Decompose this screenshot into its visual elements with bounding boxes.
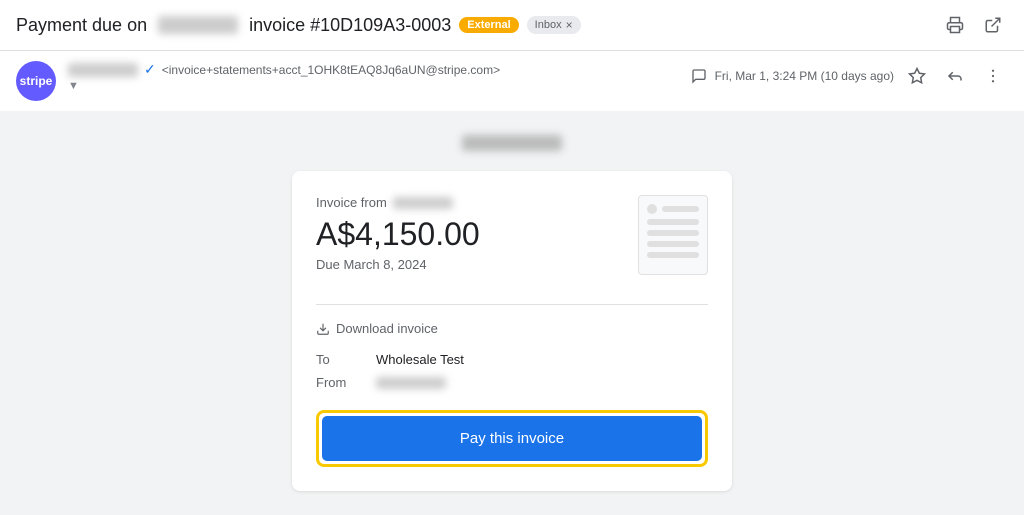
to-label: To (316, 352, 376, 367)
to-value: Wholesale Test (376, 352, 464, 367)
star-icon (908, 67, 926, 85)
pay-button-wrapper: Pay this invoice (316, 410, 708, 467)
email-header-left: Payment due on invoice #10D109A3-0003 Ex… (16, 15, 940, 36)
subject-suffix: invoice #10D109A3-0003 (249, 15, 451, 36)
sender-name-row: ✓ <invoice+statements+acct_1OHK8tEAQ8Jq6… (68, 61, 679, 78)
email-body: Invoice from A$4,150.00 Due March 8, 202… (0, 111, 1024, 515)
doc-bar (662, 206, 699, 212)
popout-button[interactable] (978, 10, 1008, 40)
divider-1 (316, 304, 708, 305)
reply-button[interactable] (940, 61, 970, 91)
sender-row-right: Fri, Mar 1, 3:24 PM (10 days ago) (691, 61, 1008, 91)
from-label: From (316, 375, 376, 390)
from-field-row: From (316, 375, 708, 390)
invoice-top-row: Invoice from A$4,150.00 Due March 8, 202… (316, 195, 708, 288)
invoice-from-blurred (393, 197, 453, 209)
timestamp: Fri, Mar 1, 3:24 PM (10 days ago) (715, 69, 894, 83)
chat-icon (691, 68, 707, 84)
invoice-from-label: Invoice from (316, 195, 480, 210)
doc-circle (647, 204, 657, 214)
star-button[interactable] (902, 61, 932, 91)
more-vert-icon (984, 67, 1002, 85)
doc-bar-full2 (647, 252, 699, 258)
invoice-details: Invoice from A$4,150.00 Due March 8, 202… (316, 195, 480, 288)
sender-avatar: stripe (16, 61, 56, 101)
sender-info: ✓ <invoice+statements+acct_1OHK8tEAQ8Jq6… (68, 61, 679, 92)
badge-external[interactable]: External (459, 17, 518, 33)
subject-prefix: Payment due on (16, 15, 147, 36)
subject-blurred (158, 16, 238, 34)
invoice-card: Invoice from A$4,150.00 Due March 8, 202… (292, 171, 732, 491)
from-value-blurred (376, 377, 446, 389)
reply-to-label: ▼ (68, 80, 79, 92)
invoice-due-date: Due March 8, 2024 (316, 257, 480, 272)
invoice-doc-preview (638, 195, 708, 275)
inbox-badge-close[interactable]: × (566, 18, 573, 32)
sender-meta: ▼ (68, 80, 679, 92)
doc-line-2 (647, 219, 699, 225)
print-icon (946, 16, 964, 34)
sender-name-blurred (68, 63, 138, 77)
doc-bar-full (647, 219, 699, 225)
reply-icon (946, 67, 964, 85)
badge-inbox: Inbox × (527, 16, 581, 34)
doc-bar-med (647, 230, 699, 236)
download-icon (316, 322, 330, 336)
print-button[interactable] (940, 10, 970, 40)
sender-label-blurred (462, 135, 562, 151)
download-label: Download invoice (336, 321, 438, 336)
sender-email: <invoice+statements+acct_1OHK8tEAQ8Jq6aU… (162, 63, 500, 77)
download-invoice-link[interactable]: Download invoice (316, 321, 708, 336)
doc-line-4 (647, 241, 699, 247)
invoice-fields: To Wholesale Test From (316, 352, 708, 390)
doc-line-1 (647, 204, 699, 214)
doc-bar-short (647, 241, 699, 247)
email-header: Payment due on invoice #10D109A3-0003 Ex… (0, 0, 1024, 51)
verified-icon: ✓ (144, 61, 156, 78)
email-header-right (940, 10, 1008, 40)
doc-line-5 (647, 252, 699, 258)
doc-line-3 (647, 230, 699, 236)
invoice-amount: A$4,150.00 (316, 216, 480, 253)
to-field-row: To Wholesale Test (316, 352, 708, 367)
sender-row: stripe ✓ <invoice+statements+acct_1OHK8t… (0, 51, 1024, 111)
pay-invoice-button[interactable]: Pay this invoice (322, 416, 702, 461)
open-external-icon (984, 16, 1002, 34)
more-options-button[interactable] (978, 61, 1008, 91)
